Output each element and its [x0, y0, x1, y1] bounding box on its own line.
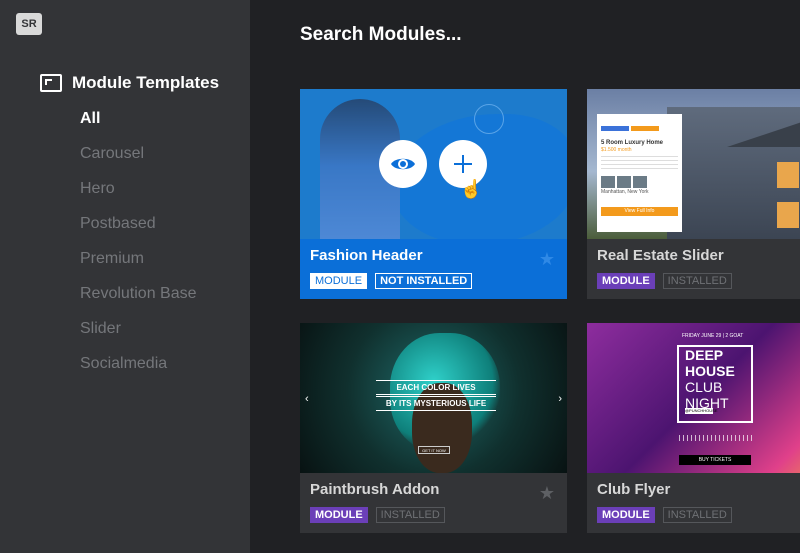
category-all[interactable]: All	[80, 108, 197, 143]
house-window	[777, 162, 799, 188]
module-thumbnail: 5 Room Luxury Home $1.500 month Manhatta…	[587, 89, 800, 239]
chevron-right-icon: ›	[558, 393, 562, 405]
listing-tag	[601, 126, 629, 131]
flyer-line-2: HOUSE	[685, 363, 735, 379]
flyer-date: FRIDAY JUNE 29 | 2 GOAT	[682, 333, 744, 339]
flyer-headline: DEEP HOUSE CLUB NIGHT	[685, 347, 735, 411]
sidebar-title-label: Module Templates	[72, 73, 220, 92]
listing-price: $1.500 month	[601, 147, 632, 153]
category-postbased[interactable]: Postbased	[80, 213, 197, 248]
sidebar: SR Module Templates All Carousel Hero Po…	[0, 0, 250, 553]
status-badge: INSTALLED	[662, 273, 732, 289]
template-icon	[40, 74, 62, 92]
module-badge: MODULE	[310, 273, 368, 289]
thumbnail-house	[667, 107, 800, 239]
card-title: Fashion Header	[310, 247, 423, 264]
category-socialmedia[interactable]: Socialmedia	[80, 353, 197, 388]
category-carousel[interactable]: Carousel	[80, 143, 197, 178]
card-badges: MODULE NOT INSTALLED	[310, 273, 473, 289]
module-badge: MODULE	[597, 273, 655, 289]
star-icon[interactable]: ★	[539, 483, 555, 504]
listing-title: 5 Room Luxury Home	[601, 140, 664, 146]
card-title: Paintbrush Addon	[310, 481, 440, 498]
status-badge: INSTALLED	[375, 507, 445, 523]
module-badge: MODULE	[310, 507, 368, 523]
search-input[interactable]	[300, 22, 700, 48]
module-card-fashion-header[interactable]: ☝ Fashion Header MODULE NOT INSTALLED ★	[300, 89, 567, 299]
star-icon[interactable]: ★	[539, 249, 555, 270]
house-roof	[727, 107, 800, 147]
card-badges: MODULE INSTALLED	[597, 507, 732, 523]
card-badges: MODULE INSTALLED	[310, 507, 445, 523]
sidebar-title: Module Templates	[40, 73, 219, 93]
module-thumbnail: ☝	[300, 89, 567, 239]
caption-line-2: BY ITS MYSTERIOUS LIFE	[376, 396, 496, 411]
module-thumbnail: FRIDAY JUNE 29 | 2 GOAT DEEP HOUSE CLUB …	[587, 323, 800, 473]
category-hero[interactable]: Hero	[80, 178, 197, 213]
module-card-club-flyer[interactable]: FRIDAY JUNE 29 | 2 GOAT DEEP HOUSE CLUB …	[587, 323, 800, 533]
plus-icon	[454, 155, 472, 173]
caption-line-1: EACH COLOR LIVES	[376, 380, 496, 395]
card-title: Club Flyer	[597, 481, 671, 498]
flyer-handle: @PUNCHHOUSE	[685, 408, 718, 414]
module-thumbnail: EACH COLOR LIVES BY ITS MYSTERIOUS LIFE …	[300, 323, 567, 473]
listing-text	[601, 156, 678, 172]
listing-tag	[631, 126, 659, 131]
category-list: All Carousel Hero Postbased Premium Revo…	[80, 108, 197, 388]
status-badge: NOT INSTALLED	[375, 273, 473, 289]
card-badges: MODULE INSTALLED	[597, 273, 732, 289]
eye-icon	[391, 158, 415, 170]
card-title: Real Estate Slider	[597, 247, 724, 264]
hover-overlay	[300, 89, 567, 239]
flyer-ticket-button: BUY TICKETS	[679, 455, 751, 465]
listing-card: 5 Room Luxury Home $1.500 month Manhatta…	[597, 114, 682, 232]
status-badge: INSTALLED	[662, 507, 732, 523]
module-badge: MODULE	[597, 507, 655, 523]
module-card-real-estate-slider[interactable]: 5 Room Luxury Home $1.500 month Manhatta…	[587, 89, 800, 299]
category-slider[interactable]: Slider	[80, 318, 197, 353]
flyer-lineup	[679, 435, 755, 441]
flyer-line-1: DEEP	[685, 347, 724, 363]
category-premium[interactable]: Premium	[80, 248, 197, 283]
thumbnail-caption: EACH COLOR LIVES BY ITS MYSTERIOUS LIFE	[376, 380, 496, 412]
hand-cursor-icon: ☝	[460, 179, 483, 199]
house-window	[777, 202, 799, 228]
chevron-left-icon: ‹	[305, 393, 309, 405]
flyer-line-3: CLUB	[685, 379, 723, 395]
listing-button: View Full Info	[601, 207, 678, 216]
module-card-paintbrush-addon[interactable]: EACH COLOR LIVES BY ITS MYSTERIOUS LIFE …	[300, 323, 567, 533]
preview-button[interactable]	[379, 140, 427, 188]
app-logo: SR	[16, 13, 42, 35]
listing-thumbs	[601, 176, 678, 188]
listing-location: Manhattan, New York	[601, 189, 649, 195]
caption-button: GET IT NOW	[418, 446, 450, 454]
category-revolution-base[interactable]: Revolution Base	[80, 283, 197, 318]
